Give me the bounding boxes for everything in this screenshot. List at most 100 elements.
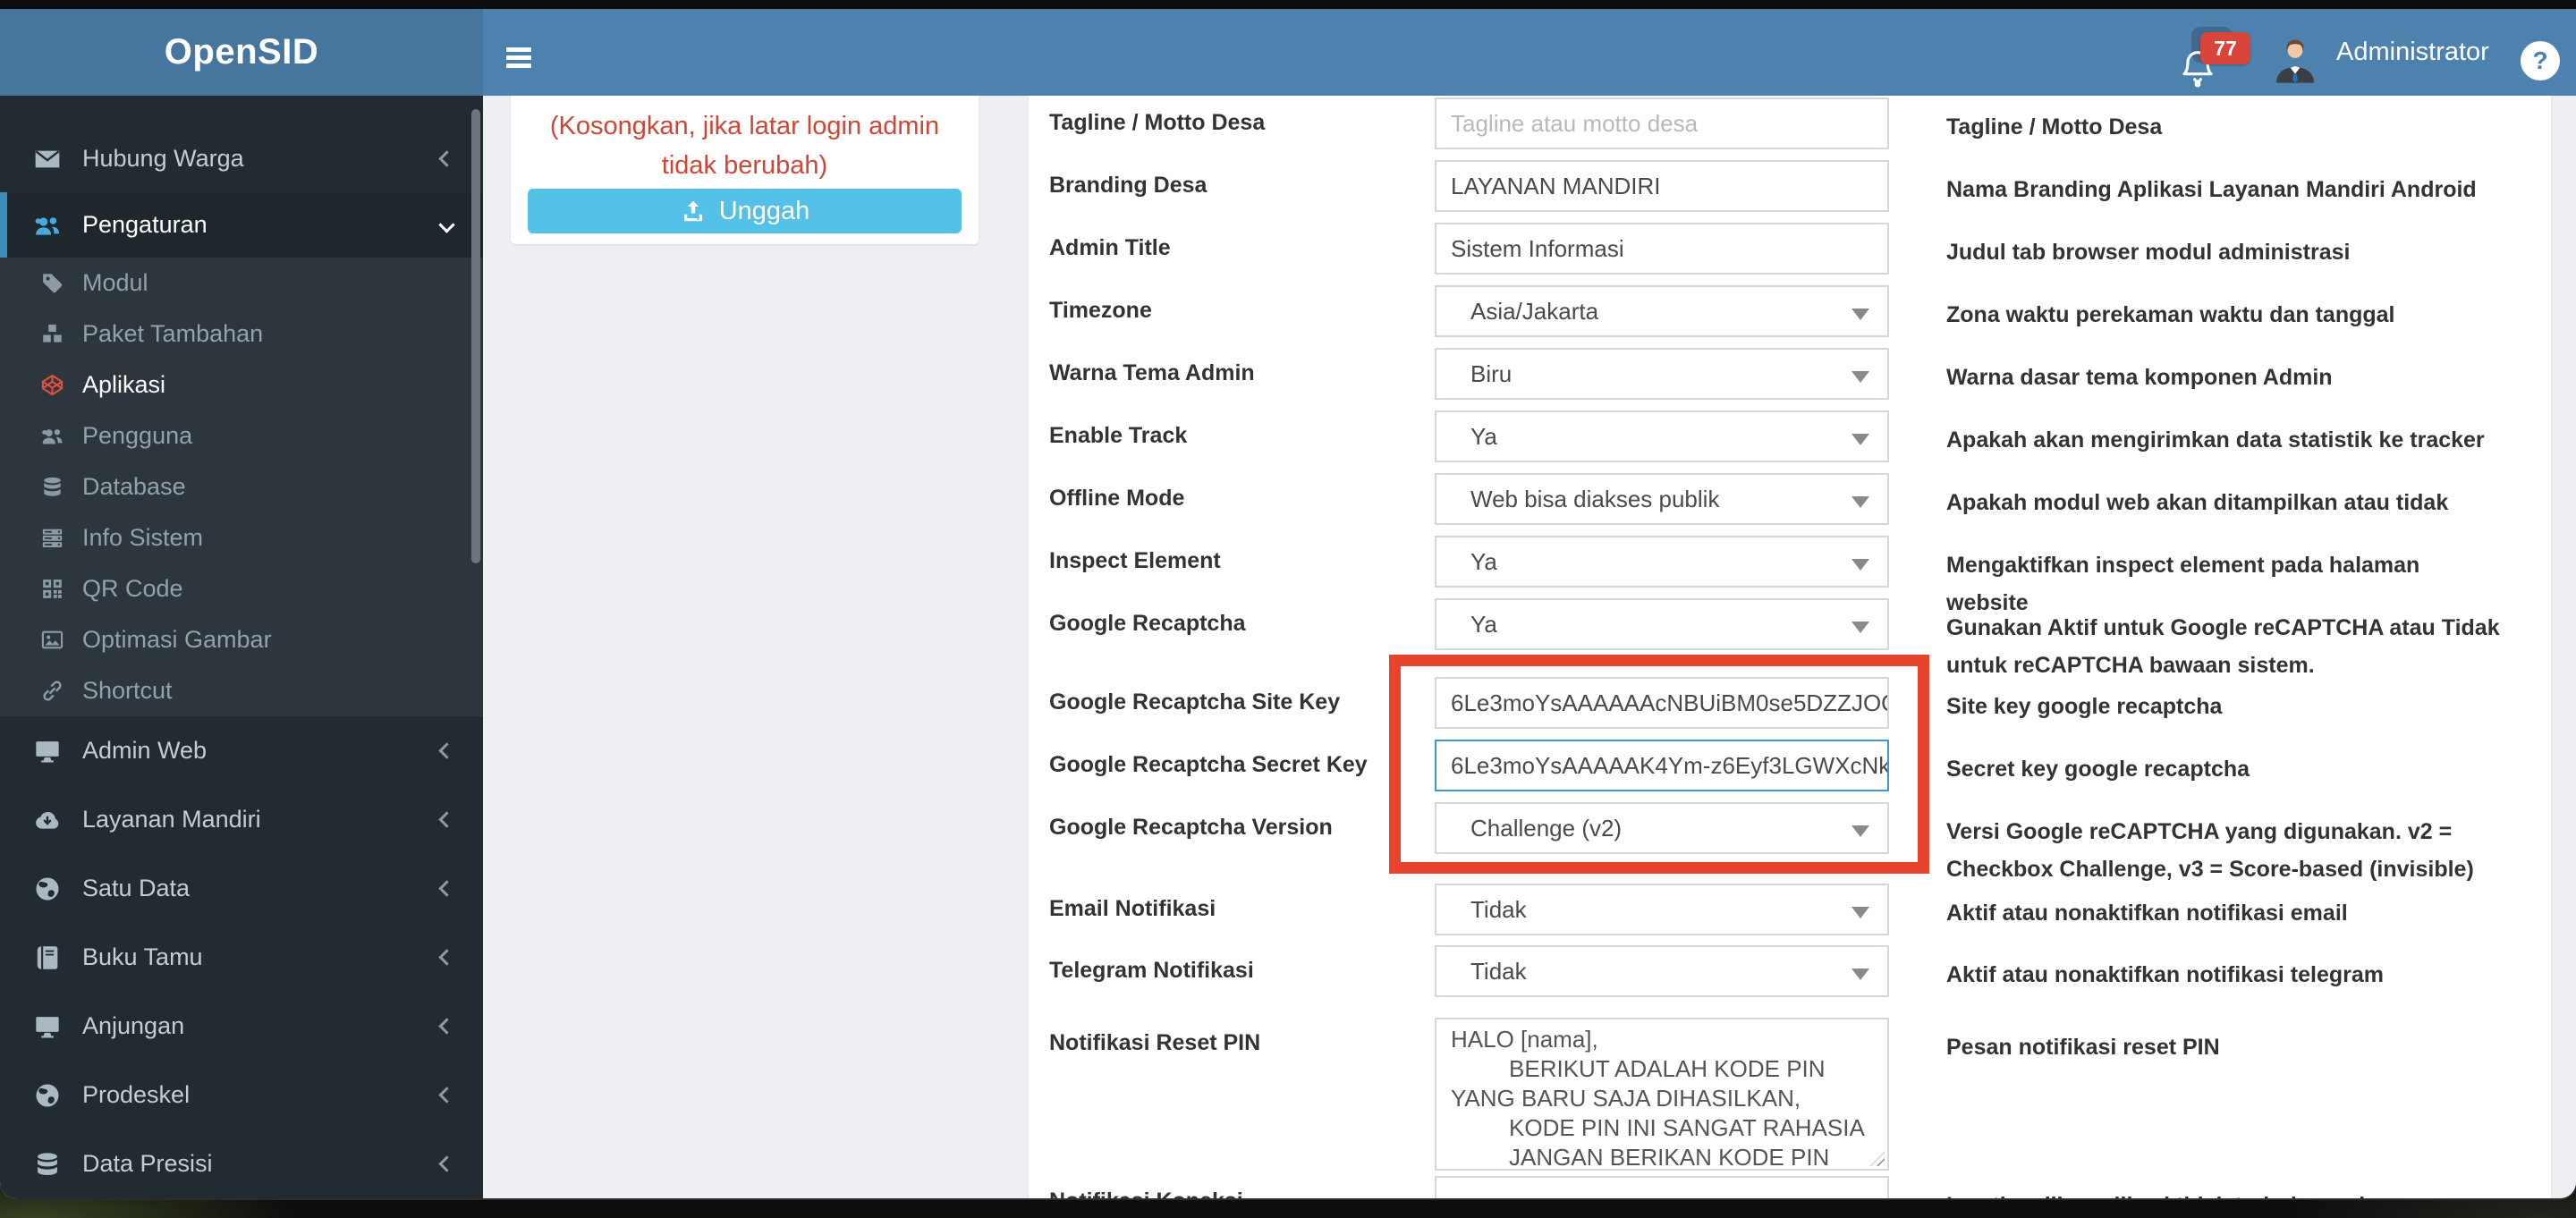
chevron-left-icon xyxy=(438,150,455,167)
chevron-left-icon xyxy=(438,742,455,759)
sidebar-item-pengaturan[interactable]: Pengaturan xyxy=(0,192,483,258)
sidebar-toggle-button[interactable] xyxy=(506,47,535,72)
desktop-icon xyxy=(32,736,63,766)
field-value: Asia/Jakarta xyxy=(1470,297,1599,325)
desktop-icon xyxy=(32,1011,63,1042)
chevron-down-icon xyxy=(438,216,455,233)
upload-hint-text: (Kosongkan, jika latar login admin tidak… xyxy=(549,112,940,180)
user-name[interactable]: Administrator xyxy=(2336,9,2489,96)
desc-email-notifikasi: Aktif atau nonaktifkan notifikasi email xyxy=(1946,901,2348,926)
desc-offline-mode: Apakah modul web akan ditampilkan atau t… xyxy=(1946,490,2449,515)
notifications-button[interactable]: 77 xyxy=(2175,21,2258,93)
caret-down-icon xyxy=(1852,907,1869,918)
field-value: Ya xyxy=(1470,610,1497,638)
label-google-recaptcha-site-key: Google Recaptcha Site Key xyxy=(1049,689,1341,715)
sidebar-item-optimasi-gambar[interactable]: Optimasi Gambar xyxy=(0,614,483,665)
sidebar-item-anjungan[interactable]: Anjungan xyxy=(0,992,483,1061)
select-enable-track[interactable]: Ya xyxy=(1435,410,1889,462)
select-telegram-notifikasi[interactable]: Tidak xyxy=(1435,945,1889,997)
input-notifikasi-koneksi[interactable] xyxy=(1435,1176,1889,1198)
sidebar-item-label: Hubung Warga xyxy=(82,145,244,172)
settings-form-card: Tagline / Motto Desa Tagline atau motto d… xyxy=(1029,96,2551,1198)
sidebar-item-qr-code[interactable]: QR Code xyxy=(0,563,483,614)
textarea-notifikasi-reset-pin[interactable]: HALO [nama], BERIKUT ADALAH KODE PIN YAN… xyxy=(1435,1018,1889,1171)
label-tagline-motto-desa: Tagline / Motto Desa xyxy=(1049,110,1266,135)
input-google-recaptcha-secret-key[interactable]: 6Le3moYsAAAAAK4Ym-z6Eyf3LGWXcNkbv3qeO xyxy=(1435,740,1889,791)
desc-warna-tema-admin: Warna dasar tema komponen Admin xyxy=(1946,365,2333,390)
login-background-card: (Kosongkan, jika latar login admin tidak… xyxy=(511,96,979,244)
label-notifikasi-koneksi: Notifikasi Koneksi xyxy=(1049,1188,1416,1198)
select-google-recaptcha-version[interactable]: Challenge (v2) xyxy=(1435,802,1889,854)
sidebar-item-label: Pengaturan xyxy=(82,211,208,238)
label-google-recaptcha: Google Recaptcha xyxy=(1049,611,1246,636)
notification-count-badge: 77 xyxy=(2200,32,2250,64)
label-branding-desa: Branding Desa xyxy=(1049,173,1208,198)
field-value: Sistem Informasi xyxy=(1451,234,1624,262)
desc-notifikasi-koneksi: Ingatkan jika aplikasi tidak terhubung d… xyxy=(1946,1187,2501,1198)
input-admin-title[interactable]: Sistem Informasi xyxy=(1435,223,1889,275)
caret-down-icon xyxy=(1852,968,1869,980)
input-branding-desa[interactable]: LAYANAN MANDIRI xyxy=(1435,160,1889,212)
label-telegram-notifikasi: Telegram Notifikasi xyxy=(1049,958,1254,983)
sidebar-item-label: Shortcut xyxy=(82,677,173,704)
desc-tagline-motto-desa: Tagline / Motto Desa xyxy=(1946,114,2163,140)
sidebar-item-buku-tamu[interactable]: Buku Tamu xyxy=(0,923,483,992)
caret-down-icon xyxy=(1852,434,1869,445)
field-value: Tidak xyxy=(1470,957,1527,985)
desc-enable-track: Apakah akan mengirimkan data statistik k… xyxy=(1946,427,2485,453)
database-icon xyxy=(39,475,64,500)
upload-button[interactable]: Unggah xyxy=(528,189,962,233)
envelope-icon xyxy=(32,144,63,174)
desc-google-recaptcha-secret-key: Secret key google recaptcha xyxy=(1946,757,2250,782)
sidebar-item-label: Aplikasi xyxy=(82,371,166,398)
server-icon xyxy=(39,526,64,551)
field-value: Ya xyxy=(1470,547,1497,575)
select-inspect-element[interactable]: Ya xyxy=(1435,536,1889,588)
field-value: HALO [nama], BERIKUT ADALAH KODE PIN YAN… xyxy=(1451,1026,1865,1171)
upload-icon xyxy=(680,198,707,224)
select-warna-tema-admin[interactable]: Biru xyxy=(1435,348,1889,400)
sidebar-item-label: Modul xyxy=(82,269,148,296)
sidebar-item-data-presisi[interactable]: Data Presisi xyxy=(0,1129,483,1198)
book-icon xyxy=(32,943,63,973)
sidebar-scrollbar-thumb[interactable] xyxy=(471,109,480,563)
chevron-left-icon xyxy=(438,1155,455,1172)
app-logo[interactable]: OpenSID xyxy=(0,9,483,96)
sidebar-item-database[interactable]: Database xyxy=(0,461,483,512)
desc-timezone: Zona waktu perekaman waktu dan tanggal xyxy=(1946,302,2395,327)
users-icon xyxy=(39,424,64,449)
caret-down-icon xyxy=(1852,559,1869,571)
qrcode-icon xyxy=(39,577,64,602)
main-content: (Kosongkan, jika latar login admin tidak… xyxy=(483,96,2576,1198)
sidebar-item-label: Layanan Mandiri xyxy=(82,806,261,833)
field-value: Tidak xyxy=(1470,895,1527,923)
sidebar-item-label: Pengguna xyxy=(82,422,193,449)
input-tagline-motto-desa[interactable]: Tagline atau motto desa xyxy=(1435,97,1889,149)
sidebar-item-aplikasi[interactable]: Aplikasi xyxy=(0,359,483,410)
tag-icon xyxy=(39,271,64,296)
label-email-notifikasi: Email Notifikasi xyxy=(1049,896,1216,921)
label-enable-track: Enable Track xyxy=(1049,423,1188,448)
field-value: Challenge (v2) xyxy=(1470,814,1623,842)
sidebar-item-pengguna[interactable]: Pengguna xyxy=(0,410,483,461)
avatar[interactable] xyxy=(2270,34,2320,86)
sidebar-item-prodeskel[interactable]: Prodeskel xyxy=(0,1061,483,1129)
sidebar-item-admin-web[interactable]: Admin Web xyxy=(0,716,483,785)
sidebar-item-shortcut[interactable]: Shortcut xyxy=(0,665,483,716)
select-offline-mode[interactable]: Web bisa diakses publik xyxy=(1435,473,1889,525)
label-timezone: Timezone xyxy=(1049,298,1152,323)
sidebar-item-label: Optimasi Gambar xyxy=(82,626,272,653)
sidebar-item-hubung-warga[interactable]: Hubung Warga xyxy=(0,125,483,192)
sidebar-item-info-sistem[interactable]: Info Sistem xyxy=(0,512,483,563)
sidebar-item-label: Anjungan xyxy=(82,1012,185,1039)
sidebar-item-layanan-mandiri[interactable]: Layanan Mandiri xyxy=(0,785,483,854)
help-button[interactable]: ? xyxy=(2521,41,2560,80)
select-email-notifikasi[interactable]: Tidak xyxy=(1435,884,1889,935)
select-timezone[interactable]: Asia/Jakarta xyxy=(1435,285,1889,337)
select-google-recaptcha[interactable]: Ya xyxy=(1435,598,1889,650)
sidebar-item-satu-data[interactable]: Satu Data xyxy=(0,854,483,923)
label-offline-mode: Offline Mode xyxy=(1049,486,1185,511)
sidebar-item-paket-tambahan[interactable]: Paket Tambahan xyxy=(0,309,483,359)
sidebar-item-modul[interactable]: Modul xyxy=(0,258,483,309)
input-google-recaptcha-site-key[interactable]: 6Le3moYsAAAAAAcNBUiBM0se5DZZJOQZqISUA xyxy=(1435,677,1889,729)
